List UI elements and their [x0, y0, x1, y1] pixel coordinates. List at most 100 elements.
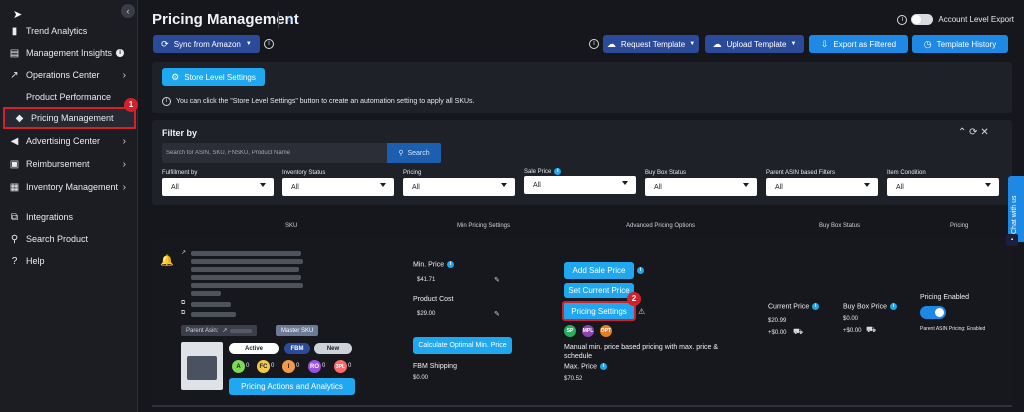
sidebar-collapse-button[interactable]: ‹: [121, 4, 135, 18]
tag-mpl: MPL: [582, 325, 594, 337]
sidebar-item-label: Advertising Center: [26, 136, 101, 146]
cloud-download-icon: ☁: [606, 38, 616, 49]
search-button[interactable]: ⚲ Search: [387, 143, 441, 163]
request-template-button[interactable]: ☁ Request Template ▼: [603, 35, 699, 53]
chevron-right-icon: ›: [122, 181, 126, 193]
sidebar-item-management-insights[interactable]: ▤ Management Insights i: [0, 42, 138, 64]
filter-select-pricing[interactable]: All: [403, 178, 515, 196]
chat-bubble-icon[interactable]: ▪: [1006, 234, 1018, 246]
pricing-enabled-switch[interactable]: [920, 306, 946, 319]
info-icon: i: [447, 261, 455, 268]
cloud-upload-icon: ☁: [712, 38, 722, 49]
fbm-shipping-label: FBM Shipping: [413, 363, 457, 370]
calculate-optimal-min-price-button[interactable]: Calculate Optimal Min. Price: [413, 337, 512, 354]
chat-with-us-tab[interactable]: Chat with us: [1008, 176, 1024, 242]
chevron-right-icon: ›: [122, 135, 126, 147]
upload-template-button[interactable]: ☁ Upload Template ▼: [705, 35, 804, 53]
badge-count: 0: [348, 363, 352, 369]
filter-select-fulfillment[interactable]: All: [162, 178, 274, 196]
edit-pencil-icon[interactable]: ✎: [494, 310, 500, 318]
caret-down-icon: ▼: [689, 41, 696, 47]
filter-select-parent-asin[interactable]: All: [766, 178, 878, 196]
set-current-price-button[interactable]: Set Current Price: [564, 283, 634, 298]
sidebar-item-label: Search Product: [26, 234, 89, 244]
select-value: All: [412, 183, 420, 191]
copy-icon[interactable]: ⧉: [181, 300, 185, 307]
parent-asin-chip[interactable]: Parent Asin: ↗: [181, 325, 258, 336]
sync-label: Sync from Amazon: [173, 39, 241, 49]
caret-down-icon: [380, 183, 386, 187]
sidebar-item-label: Help: [26, 256, 45, 266]
store-level-settings-button[interactable]: ⚙ Store Level Settings: [162, 68, 265, 86]
sync-from-amazon-button[interactable]: ⟳ Sync from Amazon ▼: [153, 35, 260, 53]
fbm-shipping-value: $0.00: [413, 375, 429, 381]
sidebar-item-label: Trend Analytics: [26, 26, 88, 36]
sidebar-item-trend-analytics[interactable]: ▮ Trend Analytics: [0, 20, 138, 42]
column-header-buy-box: Buy Box Status: [819, 223, 861, 229]
filter-select-buy-box-status[interactable]: All: [645, 178, 757, 196]
sidebar-item-label: Product Performance: [26, 92, 112, 102]
product-title-blurred: [191, 291, 221, 296]
master-sku-chip[interactable]: Master SKU: [276, 325, 319, 336]
info-icon: i: [637, 267, 644, 274]
select-value: All: [171, 183, 179, 191]
warning-icon: ⚠: [638, 307, 646, 316]
template-history-button[interactable]: ◷ Template History: [912, 35, 1008, 53]
sidebar-item-pricing-management[interactable]: ◆ Pricing Management: [3, 107, 136, 129]
current-price-label-text: Current Price: [768, 303, 810, 311]
tag-dpt: DPT: [600, 325, 612, 337]
external-link-icon[interactable]: ↗: [181, 249, 186, 256]
select-value: All: [533, 181, 541, 189]
search-input[interactable]: [162, 143, 387, 163]
sidebar-item-product-performance[interactable]: Product Performance: [0, 86, 138, 108]
bell-icon[interactable]: 🔔: [160, 254, 174, 267]
filter-select-sale-price[interactable]: All: [524, 176, 636, 194]
buybox-price-label-text: Buy Box Price: [843, 303, 887, 311]
account-export-switch[interactable]: [911, 14, 934, 25]
filter-label-sale-price: Sale Price i: [524, 168, 562, 175]
home-icon[interactable]: ⌂: [288, 13, 294, 24]
sidebar-item-integrations[interactable]: ⧉ Integrations: [0, 206, 138, 228]
info-icon: i: [589, 39, 599, 49]
sidebar-item-advertising-center[interactable]: ◀ Advertising Center ›: [0, 130, 138, 152]
status-badge-fbm: FBM: [284, 343, 310, 354]
history-icon: ◷: [923, 38, 932, 49]
sidebar-item-inventory-management[interactable]: ▦ Inventory Management ›: [0, 176, 138, 198]
edit-pencil-icon[interactable]: ✎: [494, 276, 500, 284]
min-price-label: Min. Price i: [413, 261, 455, 268]
sidebar-item-operations-center[interactable]: ↗ Operations Center ›: [0, 64, 138, 86]
export-as-filtered-button[interactable]: ⇩ Export as Filtered: [809, 35, 908, 53]
megaphone-icon: ◀: [10, 135, 19, 147]
sidebar-item-search-product[interactable]: ⚲ Search Product: [0, 228, 138, 250]
product-cost-value: $29.00: [417, 311, 436, 317]
filter-select-item-condition[interactable]: All: [887, 178, 999, 196]
current-price-value: $20.99: [768, 318, 787, 324]
help-icon: ?: [11, 255, 18, 267]
store-level-settings-label: Store Level Settings: [184, 72, 256, 82]
sidebar-item-help[interactable]: ? Help: [0, 250, 138, 272]
max-price-value: $70.52: [564, 376, 583, 382]
max-price-label-text: Max. Price: [564, 363, 598, 371]
current-price-label: Current Price i: [768, 303, 820, 311]
info-icon: i: [897, 14, 908, 25]
chevron-right-icon: ›: [122, 158, 126, 170]
pricing-settings-button[interactable]: Pricing Settings: [562, 301, 636, 321]
search-icon: ⚲: [10, 233, 19, 245]
caret-down-icon: [743, 183, 749, 187]
pricing-actions-button[interactable]: Pricing Actions and Analytics: [229, 378, 355, 395]
money-icon: ▣: [9, 158, 20, 170]
filter-title: Filter by: [162, 128, 198, 138]
filter-controls[interactable]: ⌃ ⟳ ✕: [958, 127, 989, 138]
sync-icon: ⟳: [161, 38, 169, 49]
filter-label-buy-box-status: Buy Box Status: [645, 170, 687, 176]
parent-asin-label: Parent Asin:: [186, 327, 219, 334]
product-title-blurred: [191, 267, 299, 272]
add-sale-price-button[interactable]: Add Sale Price: [564, 262, 634, 279]
max-price-label: Max. Price i: [564, 363, 608, 371]
filter-select-inventory-status[interactable]: All: [282, 178, 394, 196]
copy-icon[interactable]: ⧉: [181, 310, 185, 317]
badge-available: A: [232, 360, 245, 373]
sidebar-item-reimbursement[interactable]: ▣ Reimbursement ›: [0, 153, 138, 175]
sidebar-item-label: Pricing Management: [31, 113, 114, 123]
info-icon: i: [554, 168, 562, 175]
